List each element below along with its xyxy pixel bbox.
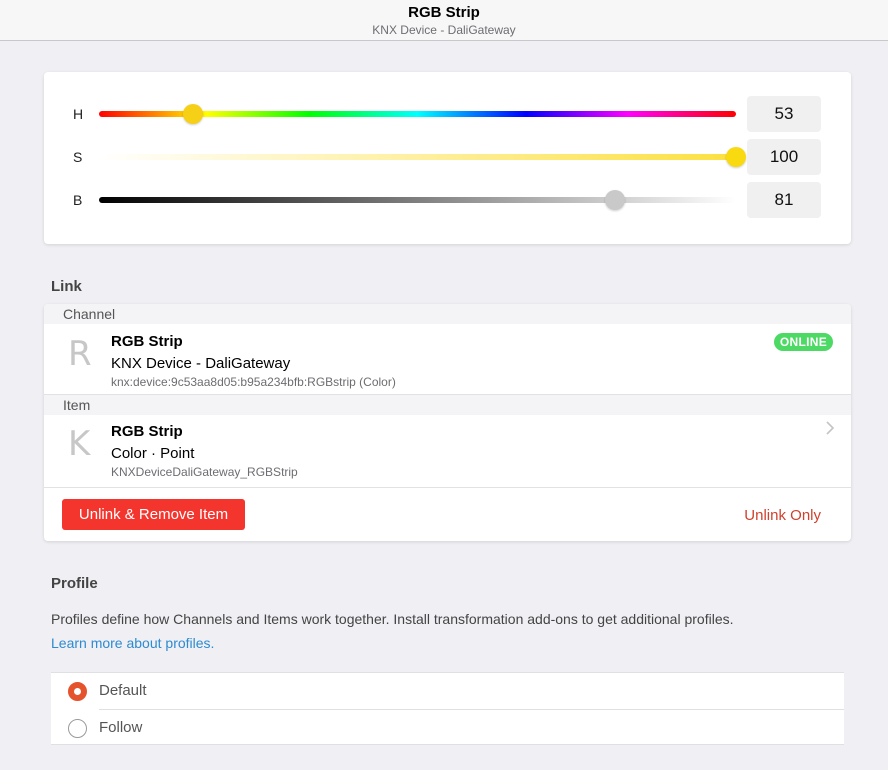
saturation-slider-thumb[interactable] bbox=[726, 147, 746, 167]
unlink-remove-button[interactable]: Unlink & Remove Item bbox=[62, 499, 245, 530]
status-badge: ONLINE bbox=[773, 333, 833, 351]
hue-slider-thumb[interactable] bbox=[182, 104, 203, 124]
saturation-value-input[interactable]: 100 bbox=[747, 139, 821, 175]
saturation-slider-track[interactable] bbox=[99, 154, 736, 160]
profile-section-title: Profile bbox=[51, 575, 98, 592]
page-title: RGB Strip bbox=[408, 4, 480, 21]
learn-more-link[interactable]: Learn more about profiles. bbox=[51, 635, 214, 651]
color-picker-card: H 53 S 100 B 81 bbox=[44, 72, 851, 244]
link-card: Channel R RGB Strip KNX Device - DaliGat… bbox=[44, 304, 851, 541]
item-subtitle: Color · Point bbox=[111, 445, 195, 462]
link-section-title: Link bbox=[51, 278, 82, 295]
item-title: RGB Strip bbox=[111, 423, 183, 440]
profile-option-default[interactable]: Default bbox=[51, 673, 844, 710]
radio-unselected-icon[interactable] bbox=[68, 719, 87, 738]
profile-option-label: Follow bbox=[99, 719, 143, 736]
hue-value-input[interactable]: 53 bbox=[747, 96, 821, 132]
saturation-row: S 100 bbox=[44, 139, 851, 175]
nav-bar: RGB Strip KNX Device - DaliGateway bbox=[0, 0, 888, 41]
channel-subtitle: KNX Device - DaliGateway bbox=[111, 355, 291, 372]
page-subtitle: KNX Device - DaliGateway bbox=[372, 23, 516, 37]
item-row[interactable]: K RGB Strip Color · Point KNXDeviceDaliG… bbox=[44, 415, 851, 487]
item-name: KNXDeviceDaliGateway_RGBStrip bbox=[111, 465, 298, 479]
profile-options: Default Follow bbox=[51, 672, 844, 745]
hue-row: H 53 bbox=[44, 96, 851, 132]
channel-title: RGB Strip bbox=[111, 333, 183, 350]
item-avatar: K bbox=[68, 424, 91, 464]
brightness-row: B 81 bbox=[44, 182, 851, 218]
profile-option-follow[interactable]: Follow bbox=[51, 710, 844, 746]
channel-avatar: R bbox=[68, 334, 92, 374]
brightness-value-input[interactable]: 81 bbox=[747, 182, 821, 218]
brightness-slider-thumb[interactable] bbox=[604, 190, 625, 210]
divider bbox=[44, 487, 851, 488]
chevron-right-icon[interactable] bbox=[825, 421, 835, 435]
item-group-header: Item bbox=[44, 395, 851, 415]
saturation-label: S bbox=[73, 149, 83, 165]
channel-uid: knx:device:9c53aa8d05:b95a234bfb:RGBstri… bbox=[111, 375, 396, 389]
profile-description: Profiles define how Channels and Items w… bbox=[51, 611, 734, 627]
unlink-only-button[interactable]: Unlink Only bbox=[744, 507, 821, 524]
brightness-slider-track[interactable] bbox=[99, 197, 736, 203]
radio-selected-icon[interactable] bbox=[68, 682, 87, 701]
profile-option-label: Default bbox=[99, 682, 147, 699]
hue-label: H bbox=[73, 106, 84, 122]
channel-row: R RGB Strip KNX Device - DaliGateway knx… bbox=[44, 324, 851, 394]
brightness-label: B bbox=[73, 192, 83, 208]
channel-group-header: Channel bbox=[44, 304, 851, 324]
